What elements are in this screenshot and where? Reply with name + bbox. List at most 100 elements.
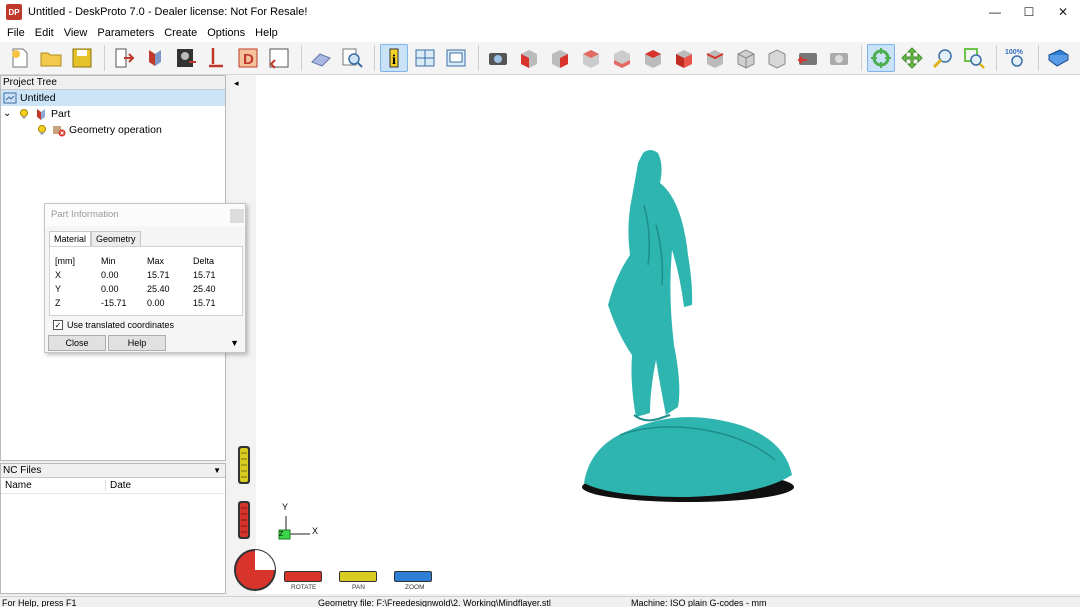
camera-icon — [489, 53, 507, 65]
zoom-fit-icon: 100% — [1005, 49, 1024, 67]
view-right-button[interactable] — [608, 44, 636, 72]
zoom-100-button[interactable]: 100% — [1002, 44, 1030, 72]
pan-mode-button[interactable] — [898, 44, 926, 72]
dimension-table: [mm] Min Max Delta X 0.00 15.71 15.71 Y … — [49, 246, 243, 316]
expand-arrow-icon[interactable]: ▼ — [230, 338, 239, 348]
nc-files-header[interactable]: NC Files ▼ — [1, 464, 225, 478]
table-cell: -15.71 — [101, 298, 127, 308]
view-iso-button[interactable] — [701, 44, 729, 72]
cube-left-icon — [583, 50, 599, 68]
new-project-button[interactable] — [6, 44, 34, 72]
nc-files-panel: NC Files ▼ Name Date — [0, 463, 226, 594]
minimize-button[interactable]: — — [978, 0, 1012, 24]
deskproto-operation-button[interactable]: D — [234, 44, 262, 72]
table-cell: Y — [55, 284, 62, 294]
import-vector-button[interactable] — [203, 44, 231, 72]
table-cell: 0.00 — [101, 270, 119, 280]
view-back-button[interactable] — [546, 44, 574, 72]
tree-item-geometry-operation[interactable]: Geometry operation — [1, 122, 225, 138]
column-header-name[interactable]: Name — [1, 480, 105, 491]
zoom-window-button[interactable] — [960, 44, 988, 72]
table-cell: Min — [101, 256, 116, 266]
rotation-dial[interactable] — [232, 548, 278, 592]
svg-text:D: D — [243, 51, 254, 68]
grid-view-icon — [415, 49, 435, 67]
view-bottom-button[interactable] — [670, 44, 698, 72]
table-cell: [mm] — [55, 256, 75, 266]
part-info-button[interactable]: i — [380, 44, 408, 72]
dropdown-arrow-icon[interactable]: ▼ — [213, 466, 221, 475]
open-project-button[interactable] — [37, 44, 65, 72]
toolbar-separator — [301, 45, 302, 71]
menu-file[interactable]: File — [2, 27, 30, 39]
column-header-date[interactable]: Date — [105, 480, 131, 491]
dialog-close-button[interactable]: Close — [48, 335, 106, 351]
app-logo-icon: DP — [6, 4, 22, 20]
table-cell: Max — [147, 256, 165, 266]
import-geometry-button[interactable] — [141, 44, 169, 72]
pan-slider[interactable] — [237, 445, 251, 485]
menu-view[interactable]: View — [59, 27, 93, 39]
table-cell: 15.71 — [147, 270, 170, 280]
axis-triad-icon — [278, 516, 310, 540]
save-project-button[interactable] — [68, 44, 96, 72]
view-iso2-button[interactable] — [732, 44, 760, 72]
view-top-button[interactable] — [639, 44, 667, 72]
view-previous-button[interactable] — [794, 44, 822, 72]
new-part-button[interactable] — [110, 44, 138, 72]
checkbox-label: Use translated coordinates — [67, 320, 175, 330]
translated-coordinates-option[interactable]: ✓ Use translated coordinates — [53, 320, 174, 330]
axis-x-label: X — [312, 526, 319, 536]
pan-mode-bar[interactable] — [339, 571, 377, 582]
app-window: DP Untitled - DeskProto 7.0 - Dealer lic… — [0, 0, 1080, 607]
camera-previous-icon — [797, 53, 817, 65]
rotate-mode-button[interactable] — [867, 44, 895, 72]
eraser-icon — [311, 53, 331, 67]
move-arrows-icon — [901, 47, 923, 69]
project-tree-header: Project Tree — [1, 76, 225, 90]
translated-coordinates-checkbox[interactable]: ✓ — [53, 320, 63, 330]
expand-chevron-icon[interactable]: ⌄ — [3, 109, 17, 119]
rotate-mode-bar[interactable] — [284, 571, 322, 582]
table-cell: 25.40 — [193, 284, 216, 294]
view-front-button[interactable] — [515, 44, 543, 72]
inspect-button[interactable] — [338, 44, 366, 72]
menu-parameters[interactable]: Parameters — [92, 27, 159, 39]
menu-options[interactable]: Options — [202, 27, 250, 39]
lightbulb-icon[interactable] — [17, 107, 31, 121]
split-view-button[interactable] — [411, 44, 439, 72]
menu-create[interactable]: Create — [159, 27, 202, 39]
tree-item-label: Part — [51, 108, 71, 120]
tree-item-part[interactable]: ⌄ Part — [1, 106, 225, 122]
import-bitmap-button[interactable] — [172, 44, 200, 72]
cube-plain-icon — [768, 49, 786, 69]
tab-material[interactable]: Material — [49, 231, 92, 246]
dialog-help-button[interactable]: Help — [108, 335, 166, 351]
dialog-close-icon[interactable] — [230, 209, 244, 223]
close-window-button[interactable]: ✕ — [1046, 0, 1080, 24]
menu-edit[interactable]: Edit — [30, 27, 59, 39]
help-book-button[interactable] — [1044, 44, 1072, 72]
maximize-button[interactable]: ☐ — [1012, 0, 1046, 24]
screen-view-button[interactable] — [442, 44, 470, 72]
save-nc-button[interactable] — [265, 44, 293, 72]
rotate-slider[interactable] — [237, 500, 251, 540]
tree-item-project[interactable]: Untitled — [1, 90, 225, 106]
window-title: Untitled - DeskProto 7.0 - Dealer licens… — [28, 6, 308, 18]
red-slider-icon — [238, 501, 250, 539]
axis-y-label: Y — [282, 502, 289, 512]
lightbulb-icon[interactable] — [35, 123, 49, 137]
view-left-button[interactable] — [577, 44, 605, 72]
zoom-mode-button[interactable] — [929, 44, 957, 72]
view-iso3-button[interactable] — [763, 44, 791, 72]
dialog-title[interactable]: Part Information — [45, 204, 245, 226]
zoom-mode-bar[interactable] — [394, 571, 432, 582]
collapse-arrow-icon[interactable]: ◂ — [234, 78, 239, 89]
erase-button[interactable] — [307, 44, 335, 72]
geometry-icon — [149, 50, 161, 66]
tab-geometry[interactable]: Geometry — [91, 231, 141, 246]
dialog-tabs: Material Geometry — [49, 231, 141, 246]
view-next-button[interactable] — [825, 44, 853, 72]
menu-help[interactable]: Help — [250, 27, 283, 39]
camera-view-button[interactable] — [484, 44, 512, 72]
